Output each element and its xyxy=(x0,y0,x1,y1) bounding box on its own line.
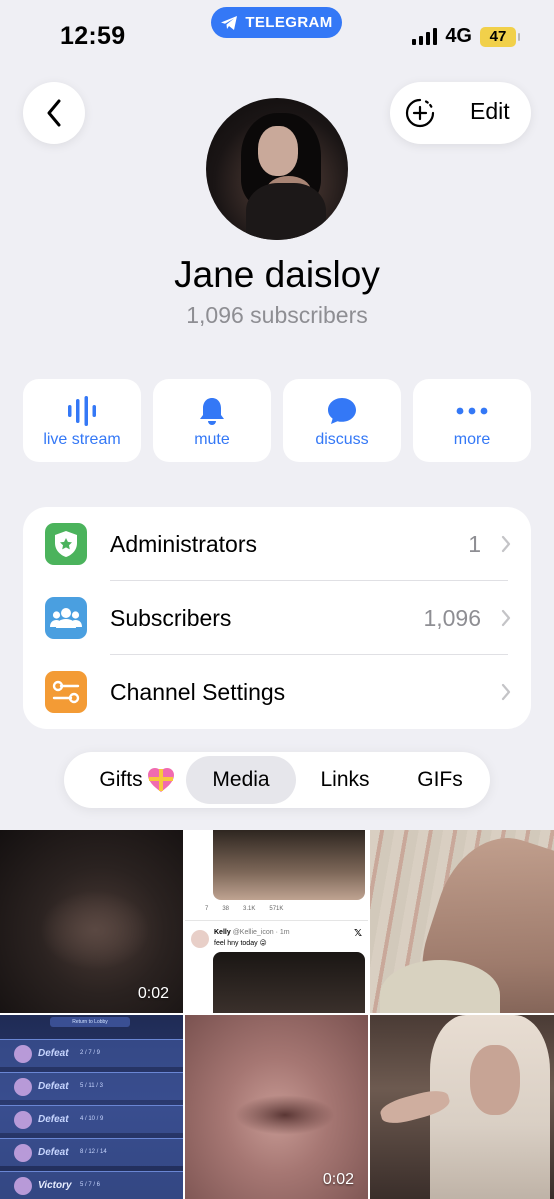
tweet-author: Kelly xyxy=(214,929,231,936)
mute-label: mute xyxy=(194,431,230,448)
battery-icon: 47 xyxy=(480,26,520,47)
header-actions: Edit xyxy=(390,82,531,144)
video-duration: 0:02 xyxy=(137,985,169,1002)
tweet-retweets: 38 xyxy=(222,906,230,912)
game-score: 5 / 11 / 3 xyxy=(80,1083,103,1089)
media-tile-photo[interactable] xyxy=(370,1015,554,1199)
video-duration: 0:02 xyxy=(322,1171,354,1188)
settings-toggle-icon xyxy=(45,671,87,713)
admin-badge-icon xyxy=(45,523,87,565)
add-story-button[interactable] xyxy=(404,97,436,129)
game-result: Defeat xyxy=(38,1147,69,1158)
discuss-button[interactable]: discuss xyxy=(283,379,401,462)
status-bar: 12:59 TELEGRAM 4G 47 xyxy=(0,0,554,70)
tweet-handle: @Kellie_icon · 1m xyxy=(232,929,290,936)
channel-info-card: Administrators 1 Subscribers 1,096 Chann… xyxy=(23,507,531,729)
administrators-label: Administrators xyxy=(110,531,257,557)
x-logo-icon: 𝕏 xyxy=(353,928,362,939)
discuss-label: discuss xyxy=(315,431,369,448)
channel-settings-row[interactable]: Channel Settings xyxy=(23,655,531,729)
add-circle-icon xyxy=(405,98,435,128)
media-tile-photo[interactable] xyxy=(370,830,554,1013)
tab-gifs[interactable]: GIFs xyxy=(396,752,484,808)
tab-links-label: Links xyxy=(320,768,370,791)
game-score: 2 / 7 / 9 xyxy=(80,1050,101,1056)
tab-media[interactable]: Media xyxy=(186,756,296,804)
media-tile-video[interactable]: 0:02 xyxy=(0,830,183,1013)
telegram-pill-label: TELEGRAM xyxy=(245,14,333,31)
status-time: 12:59 xyxy=(60,22,126,50)
tab-gifts-label: Gifts xyxy=(99,768,143,791)
tweet-replies: 7 xyxy=(205,906,209,912)
live-stream-button[interactable]: live stream xyxy=(23,379,141,462)
subscriber-count: 1,096 subscribers xyxy=(186,302,368,328)
game-result: Defeat xyxy=(38,1081,69,1092)
bell-icon xyxy=(200,398,224,425)
live-stream-icon xyxy=(68,396,96,426)
channel-avatar[interactable] xyxy=(206,98,348,240)
gift-heart-icon xyxy=(147,768,174,792)
tweet-likes: 3.1K xyxy=(243,906,256,912)
administrators-count: 1 xyxy=(468,531,481,557)
media-tile-screenshot[interactable]: 7 38 3.1K 571K Kelly @Kellie_icon · 1m 𝕏… xyxy=(185,830,368,1013)
administrators-row[interactable]: Administrators 1 xyxy=(23,507,531,581)
chevron-right-icon xyxy=(501,609,511,627)
tab-gifs-label: GIFs xyxy=(417,768,463,791)
subscribers-row[interactable]: Subscribers 1,096 xyxy=(23,581,531,655)
subscribers-label: Subscribers xyxy=(110,605,232,631)
game-score: 4 / 10 / 9 xyxy=(80,1116,104,1122)
game-lobby-label: Return to Lobby xyxy=(50,1017,130,1027)
action-buttons: live stream mute discuss more xyxy=(23,379,531,462)
chevron-right-icon xyxy=(501,683,511,701)
channel-name: Jane daisloy xyxy=(174,254,380,295)
game-result: Victory xyxy=(38,1180,72,1191)
game-score: 5 / 7 / 6 xyxy=(80,1182,101,1188)
signal-icon xyxy=(412,28,438,45)
network-type: 4G xyxy=(445,25,472,47)
game-score: 8 / 12 / 14 xyxy=(80,1149,107,1155)
tweet-text: feel hny today 😜 xyxy=(214,940,267,947)
media-tile-video[interactable]: 0:02 xyxy=(185,1015,368,1199)
live-stream-label: live stream xyxy=(43,431,121,448)
battery-level: 47 xyxy=(489,28,507,45)
tab-gifts[interactable]: Gifts xyxy=(82,752,192,808)
tab-links[interactable]: Links xyxy=(304,752,386,808)
telegram-plane-icon xyxy=(221,15,238,30)
more-button[interactable]: more xyxy=(413,379,531,462)
back-button[interactable] xyxy=(23,82,85,144)
channel-settings-label: Channel Settings xyxy=(110,679,286,705)
media-grid: 0:02 7 38 3.1K 571K Kelly @Kellie_icon ·… xyxy=(0,830,554,1199)
more-label: more xyxy=(453,431,491,448)
chevron-left-icon xyxy=(47,99,61,127)
status-indicators: 4G 47 xyxy=(412,25,520,48)
edit-button[interactable]: Edit xyxy=(470,98,510,125)
media-tile-game-screenshot[interactable]: Return to Lobby Defeat 2 / 7 / 9 Defeat … xyxy=(0,1015,183,1199)
subscribers-value: 1,096 xyxy=(423,605,481,631)
telegram-pill[interactable]: TELEGRAM xyxy=(211,7,342,38)
chevron-right-icon xyxy=(501,535,511,553)
game-result: Defeat xyxy=(38,1048,69,1059)
tweet-views: 571K xyxy=(269,906,284,912)
people-icon xyxy=(45,597,87,639)
media-tabs: Gifts Media Links GIFs xyxy=(64,752,490,808)
more-dots-icon xyxy=(456,407,488,415)
tab-media-label: Media xyxy=(212,768,270,791)
game-result: Defeat xyxy=(38,1114,69,1125)
chat-bubble-icon xyxy=(328,398,356,424)
mute-button[interactable]: mute xyxy=(153,379,271,462)
